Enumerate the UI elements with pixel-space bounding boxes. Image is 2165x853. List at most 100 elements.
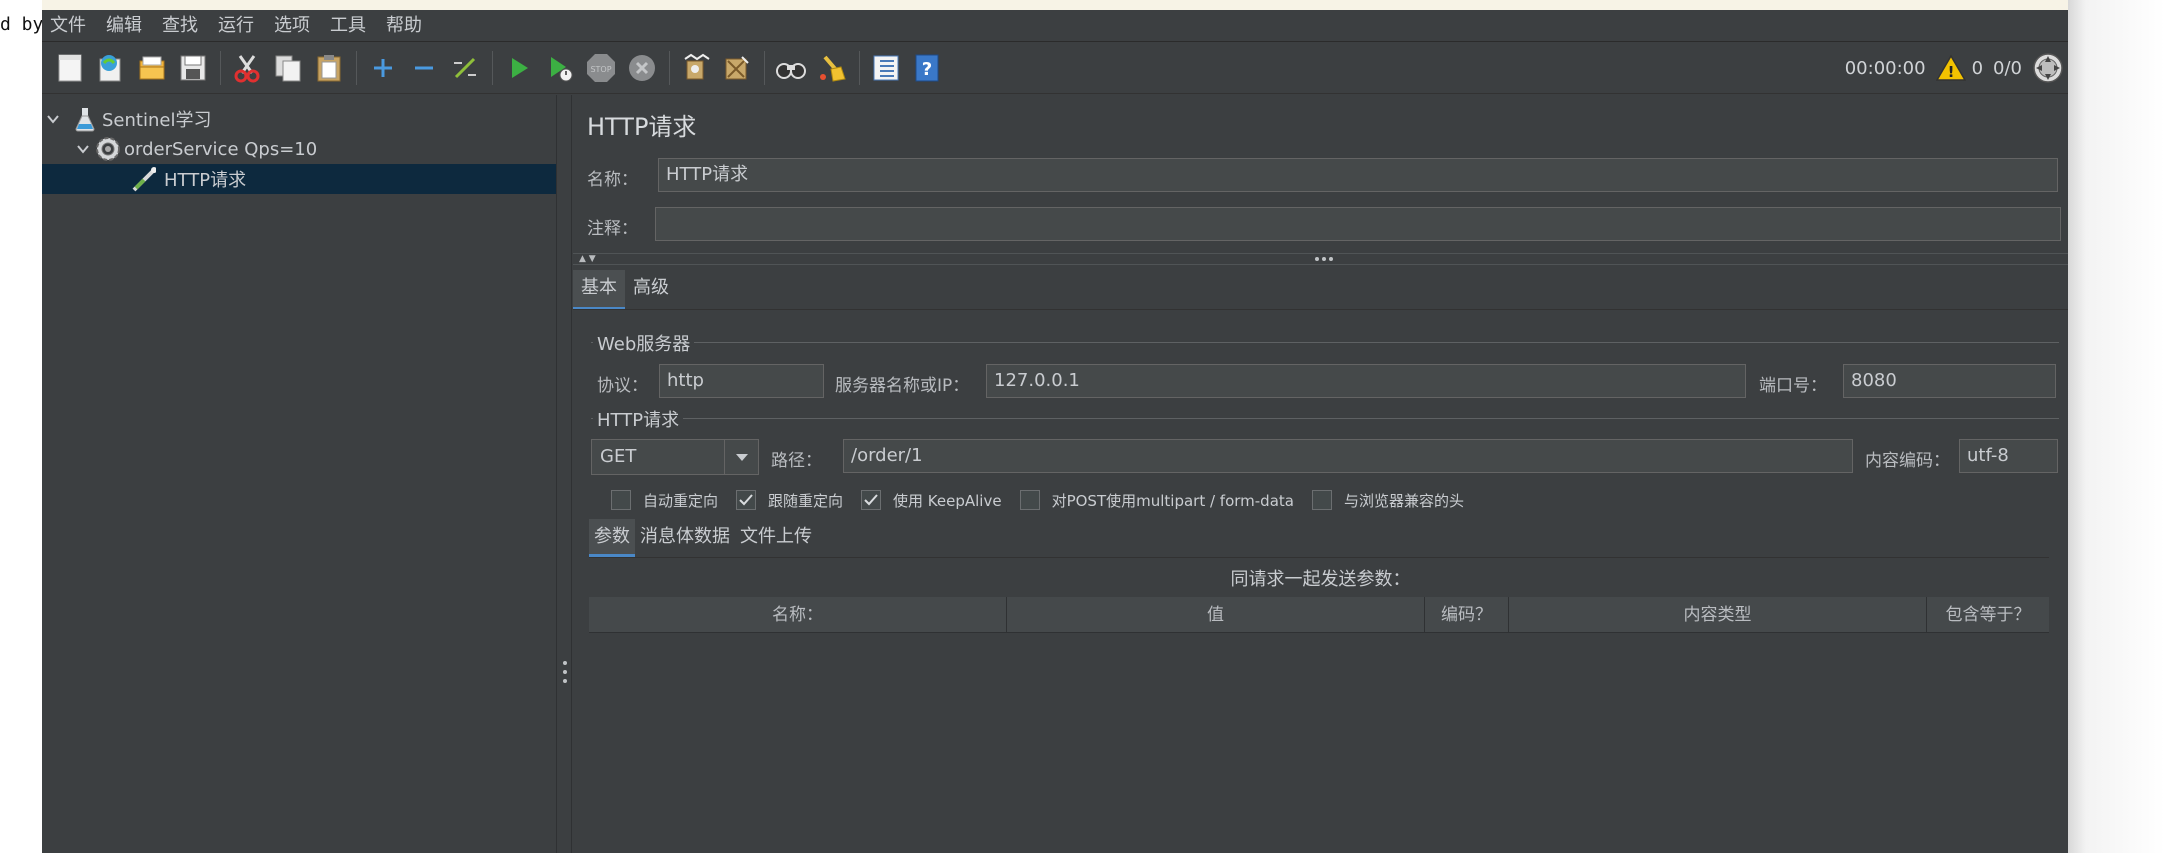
collapse-icon[interactable] <box>406 50 442 86</box>
column-header-encode[interactable]: 编码？ <box>1425 597 1509 633</box>
server-field[interactable]: 127.0.0.1 <box>986 364 1746 398</box>
jmeter-window: 文件 编辑 查找 运行 选项 工具 帮助 STOP ? 00:00:00 ! 0… <box>42 10 2068 853</box>
method-value: GET <box>600 446 637 467</box>
name-field[interactable]: HTTP请求 <box>658 158 2058 192</box>
templates-icon[interactable] <box>93 50 129 86</box>
remote-status-icon <box>2033 53 2063 83</box>
horizontal-splitter[interactable]: ▲ ▼ <box>573 253 2068 265</box>
auto-redirect-label: 自动重定向 <box>643 491 719 510</box>
path-label: 路径： <box>771 451 822 471</box>
keepalive-label: 使用 KeepAlive <box>893 491 1002 510</box>
comment-field[interactable] <box>655 207 2061 241</box>
column-header-content-type[interactable]: 内容类型 <box>1509 597 1927 633</box>
svg-text:STOP: STOP <box>590 65 611 74</box>
menu-file[interactable]: 文件 <box>42 10 98 42</box>
new-icon[interactable] <box>52 50 88 86</box>
web-server-group-title: Web服务器 <box>593 330 695 356</box>
expand-icon[interactable] <box>365 50 401 86</box>
test-plan-tree: Sentinel学习 orderService Qps=10 HTTP请求 <box>42 95 556 853</box>
http-request-group-title: HTTP请求 <box>593 406 684 432</box>
tree-node-http-sampler[interactable]: HTTP请求 <box>42 164 556 194</box>
browser-headers-checkbox[interactable] <box>1311 490 1332 510</box>
sampler-panel: HTTP请求 名称： HTTP请求 注释： ▲ ▼ 基本 高级 Web服务器 协… <box>573 95 2068 853</box>
clear-icon[interactable] <box>678 50 714 86</box>
column-header-include-equals[interactable]: 包含等于？ <box>1927 597 2049 633</box>
name-label: 名称： <box>587 170 638 190</box>
warning-icon[interactable]: ! <box>1935 54 1966 82</box>
function-helper-icon[interactable] <box>868 50 904 86</box>
copy-icon[interactable] <box>270 50 306 86</box>
vertical-splitter[interactable] <box>556 95 572 853</box>
tab-advanced[interactable]: 高级 <box>625 270 677 310</box>
help-icon[interactable]: ? <box>909 50 945 86</box>
encoding-label: 内容编码： <box>1865 451 1950 471</box>
collapse-arrows-icon[interactable]: ▲ ▼ <box>579 255 596 264</box>
tab-parameters[interactable]: 参数 <box>589 519 635 557</box>
paste-icon[interactable] <box>311 50 347 86</box>
save-icon[interactable] <box>175 50 211 86</box>
multipart-checkbox[interactable] <box>1019 490 1040 510</box>
toggle-icon[interactable] <box>447 50 483 86</box>
splitter-grip-icon <box>563 661 567 683</box>
chevron-down-icon[interactable] <box>42 108 64 130</box>
server-label: 服务器名称或IP： <box>835 376 970 396</box>
browser-headers-label: 与浏览器兼容的头 <box>1343 491 1464 510</box>
follow-redirect-label: 跟随重定向 <box>768 491 844 510</box>
warning-count: 0 <box>1971 57 1984 79</box>
open-icon[interactable] <box>134 50 170 86</box>
params-table-title: 同请求一起发送参数： <box>1230 569 1411 590</box>
menu-options[interactable]: 选项 <box>266 10 322 42</box>
sampler-icon <box>130 166 156 192</box>
chevron-down-icon[interactable] <box>724 440 758 474</box>
tree-node-label: orderService Qps=10 <box>124 138 318 160</box>
tab-basic[interactable]: 基本 <box>573 270 625 310</box>
follow-redirect-checkbox[interactable] <box>736 490 757 510</box>
request-options: 自动重定向 跟随重定向 使用 KeepAlive 对POST使用multipar… <box>611 487 1482 513</box>
reset-search-icon[interactable] <box>814 50 850 86</box>
protocol-label: 协议： <box>597 376 648 396</box>
comment-label: 注释： <box>587 219 638 239</box>
port-field[interactable]: 8080 <box>1843 364 2056 398</box>
splitter-grip-icon <box>1315 257 1333 261</box>
request-subtabs: 参数 消息体数据 文件上传 <box>589 519 817 557</box>
outside-left-area: d by <box>0 0 43 853</box>
menu-search[interactable]: 查找 <box>154 10 210 42</box>
chevron-down-icon[interactable] <box>72 138 94 160</box>
menu-run[interactable]: 运行 <box>210 10 266 42</box>
clear-all-icon[interactable] <box>719 50 755 86</box>
menu-edit[interactable]: 编辑 <box>98 10 154 42</box>
thread-group-icon <box>94 136 120 162</box>
cut-icon[interactable] <box>229 50 265 86</box>
shutdown-icon[interactable] <box>624 50 660 86</box>
menu-tools[interactable]: 工具 <box>322 10 378 42</box>
multipart-label: 对POST使用multipart / form-data <box>1051 491 1294 510</box>
tree-node-test-plan[interactable]: Sentinel学习 <box>42 104 556 134</box>
start-no-timers-icon[interactable] <box>542 50 578 86</box>
keepalive-checkbox[interactable] <box>861 490 882 510</box>
column-header-name[interactable]: 名称： <box>589 597 1007 633</box>
menubar: 文件 编辑 查找 运行 选项 工具 帮助 <box>42 10 2068 42</box>
params-table-header: 名称： 值 编码？ 内容类型 包含等于？ <box>589 597 2049 633</box>
start-icon[interactable] <box>501 50 537 86</box>
method-select[interactable]: GET <box>591 439 759 475</box>
search-icon[interactable] <box>773 50 809 86</box>
elapsed-timer: 00:00:00 <box>1844 57 1926 79</box>
tab-body-data[interactable]: 消息体数据 <box>635 519 735 557</box>
thread-count: 0/0 <box>1993 57 2022 79</box>
column-header-value[interactable]: 值 <box>1007 597 1425 633</box>
main-tabs: 基本 高级 <box>573 270 677 310</box>
svg-text:?: ? <box>922 59 932 80</box>
tree-node-label: HTTP请求 <box>164 170 247 191</box>
status-area: 00:00:00 ! 0 0/0 <box>1845 42 2064 94</box>
path-field[interactable]: /order/1 <box>843 439 1853 473</box>
protocol-field[interactable]: http <box>659 364 824 398</box>
encoding-field[interactable]: utf-8 <box>1959 439 2058 473</box>
tree-node-label: Sentinel学习 <box>102 110 212 131</box>
desktop-background-right <box>2068 0 2165 853</box>
tree-node-thread-group[interactable]: orderService Qps=10 <box>42 134 556 164</box>
tab-files-upload[interactable]: 文件上传 <box>735 519 817 557</box>
stop-icon[interactable]: STOP <box>583 50 619 86</box>
port-label: 端口号： <box>1759 376 1827 396</box>
menu-help[interactable]: 帮助 <box>378 10 434 42</box>
auto-redirect-checkbox[interactable] <box>611 490 631 510</box>
